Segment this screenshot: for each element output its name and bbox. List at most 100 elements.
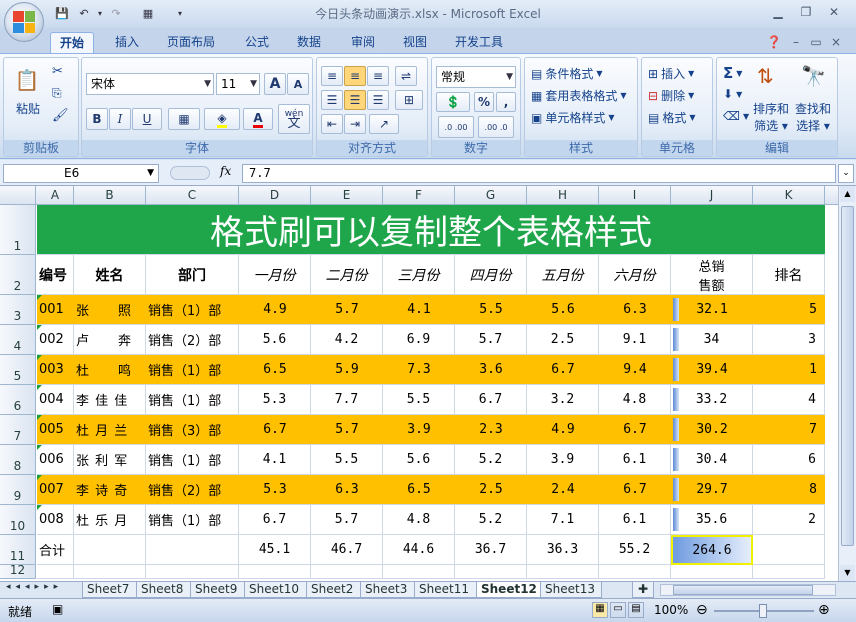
font-name-select[interactable]: 宋体 ▼ — [86, 73, 214, 95]
table-cell[interactable]: 李 诗 奇 — [74, 475, 146, 505]
row-header-8[interactable]: 8 — [0, 445, 36, 475]
header-cell[interactable]: 排名 — [753, 255, 825, 295]
total-cell[interactable]: 合计 — [37, 535, 74, 565]
table-cell[interactable]: 5.7 — [455, 325, 527, 355]
name-box[interactable]: E6 ▼ — [3, 164, 159, 183]
bold-button[interactable]: B — [86, 108, 108, 130]
table-cell[interactable]: 卢 奔 — [74, 325, 146, 355]
table-cell[interactable]: 6.7 — [599, 415, 671, 445]
header-cell[interactable]: 姓名 — [74, 255, 146, 295]
sort-filter-icon[interactable]: ⇅ — [757, 64, 774, 88]
total-cell[interactable]: 55.2 — [599, 535, 671, 565]
horizontal-scroll-thumb[interactable] — [673, 585, 813, 595]
header-cell[interactable]: 六月份 — [599, 255, 671, 295]
table-cell[interactable]: 001 — [37, 295, 74, 325]
column-header-K[interactable]: K — [753, 186, 825, 205]
table-cell[interactable]: 5.5 — [311, 445, 383, 475]
table-cell[interactable]: 9.4 — [599, 355, 671, 385]
ribbon-restore-icon[interactable]: ▭ — [806, 34, 826, 50]
row-header-2[interactable]: 2 — [0, 255, 36, 295]
empty-cell[interactable] — [383, 565, 455, 579]
table-cell[interactable]: 002 — [37, 325, 74, 355]
table-cell[interactable]: 5.3 — [239, 385, 311, 415]
tab-view[interactable]: 视图 — [394, 32, 436, 54]
expand-formula-icon[interactable]: ⌄ — [838, 164, 854, 183]
insert-cells-button[interactable]: ⊞ 插入 ▼ — [648, 65, 694, 82]
font-size-select[interactable]: 11 ▼ — [216, 73, 260, 95]
scroll-up-icon[interactable]: ▲ — [840, 186, 855, 202]
tab-home[interactable]: 开始 — [50, 32, 95, 54]
table-cell[interactable]: 1 — [753, 355, 825, 385]
table-cell[interactable]: 销售（1）部 — [146, 295, 239, 325]
office-button[interactable] — [4, 2, 44, 42]
table-cell[interactable]: 5.7 — [311, 295, 383, 325]
sheet-tab-sheet11[interactable]: Sheet11 — [414, 582, 478, 598]
table-cell[interactable]: 4.9 — [527, 415, 599, 445]
table-cell[interactable]: 6.5 — [383, 475, 455, 505]
table-cell[interactable]: 005 — [37, 415, 74, 445]
table-cell[interactable]: 9.1 — [599, 325, 671, 355]
vertical-scroll-thumb[interactable] — [841, 206, 854, 546]
table-cell[interactable]: 5.7 — [311, 415, 383, 445]
horizontal-scrollbar[interactable] — [660, 584, 836, 596]
orientation-icon[interactable]: ↗ — [369, 114, 399, 134]
column-header-D[interactable]: D — [239, 186, 311, 205]
table-cell[interactable]: 6.7 — [599, 475, 671, 505]
row-header-11[interactable]: 11 — [0, 535, 36, 565]
table-cell[interactable]: 2.5 — [455, 475, 527, 505]
column-header-A[interactable]: A — [37, 186, 74, 205]
table-cell[interactable]: 7.7 — [311, 385, 383, 415]
table-cell[interactable]: 6 — [753, 445, 825, 475]
font-color-button[interactable]: A — [243, 108, 273, 130]
tab-insert[interactable]: 插入 — [106, 32, 148, 54]
sheet-tab-sheet7[interactable]: Sheet7 — [82, 582, 138, 598]
table-cell[interactable]: 5.7 — [311, 505, 383, 535]
empty-cell[interactable] — [37, 565, 74, 579]
sheet-tab-sheet3[interactable]: Sheet3 — [360, 582, 416, 598]
total-cell[interactable]: 46.7 — [311, 535, 383, 565]
empty-cell[interactable] — [599, 565, 671, 579]
table-cell[interactable]: 5.3 — [239, 475, 311, 505]
chevron-down-icon[interactable]: ▼ — [147, 165, 154, 182]
number-format-select[interactable]: 常规 ▼ — [436, 66, 516, 88]
table-cell[interactable]: 4.9 — [239, 295, 311, 325]
ribbon-close-icon[interactable]: × — [826, 34, 846, 50]
header-cell[interactable]: 总销 售额 — [671, 255, 753, 295]
column-header-E[interactable]: E — [311, 186, 383, 205]
table-cell[interactable]: 6.3 — [311, 475, 383, 505]
table-cell[interactable]: 4.8 — [383, 505, 455, 535]
header-cell[interactable]: 编号 — [37, 255, 74, 295]
table-cell[interactable]: 3 — [753, 325, 825, 355]
table-cell[interactable]: 5.6 — [527, 295, 599, 325]
table-cell[interactable]: 35.6 — [671, 505, 753, 535]
table-cell[interactable]: 29.7 — [671, 475, 753, 505]
decrease-indent-icon[interactable]: ⇤ — [321, 114, 343, 134]
sheet-tab-sheet9[interactable]: Sheet9 — [190, 582, 246, 598]
header-cell[interactable]: 三月份 — [383, 255, 455, 295]
table-cell[interactable]: 6.5 — [239, 355, 311, 385]
sheet-tab-sheet8[interactable]: Sheet8 — [136, 582, 192, 598]
zoom-out-icon[interactable]: ⊖ — [696, 602, 708, 618]
row-header-1[interactable]: 1 — [0, 205, 36, 255]
table-cell[interactable]: 008 — [37, 505, 74, 535]
align-bottom-icon[interactable]: ≡ — [367, 66, 389, 86]
column-header-H[interactable]: H — [527, 186, 599, 205]
table-cell[interactable]: 5.5 — [383, 385, 455, 415]
row-header-9[interactable]: 9 — [0, 475, 36, 505]
select-all-corner[interactable] — [0, 186, 36, 205]
binoculars-icon[interactable]: 🔭 — [801, 64, 826, 88]
align-top-icon[interactable]: ≡ — [321, 66, 343, 86]
table-cell[interactable]: 6.3 — [599, 295, 671, 325]
empty-cell[interactable] — [146, 565, 239, 579]
table-cell[interactable]: 4.1 — [383, 295, 455, 325]
row-header-12[interactable]: 12 — [0, 563, 36, 579]
tab-page-layout[interactable]: 页面布局 — [158, 32, 224, 54]
table-cell[interactable]: 33.2 — [671, 385, 753, 415]
table-cell[interactable]: 2.4 — [527, 475, 599, 505]
table-cell[interactable]: 007 — [37, 475, 74, 505]
row-header-4[interactable]: 4 — [0, 325, 36, 355]
table-cell[interactable]: 销售（1）部 — [146, 505, 239, 535]
total-cell[interactable]: 44.6 — [383, 535, 455, 565]
table-cell[interactable]: 6.1 — [599, 505, 671, 535]
align-left-icon[interactable]: ☰ — [321, 90, 343, 110]
